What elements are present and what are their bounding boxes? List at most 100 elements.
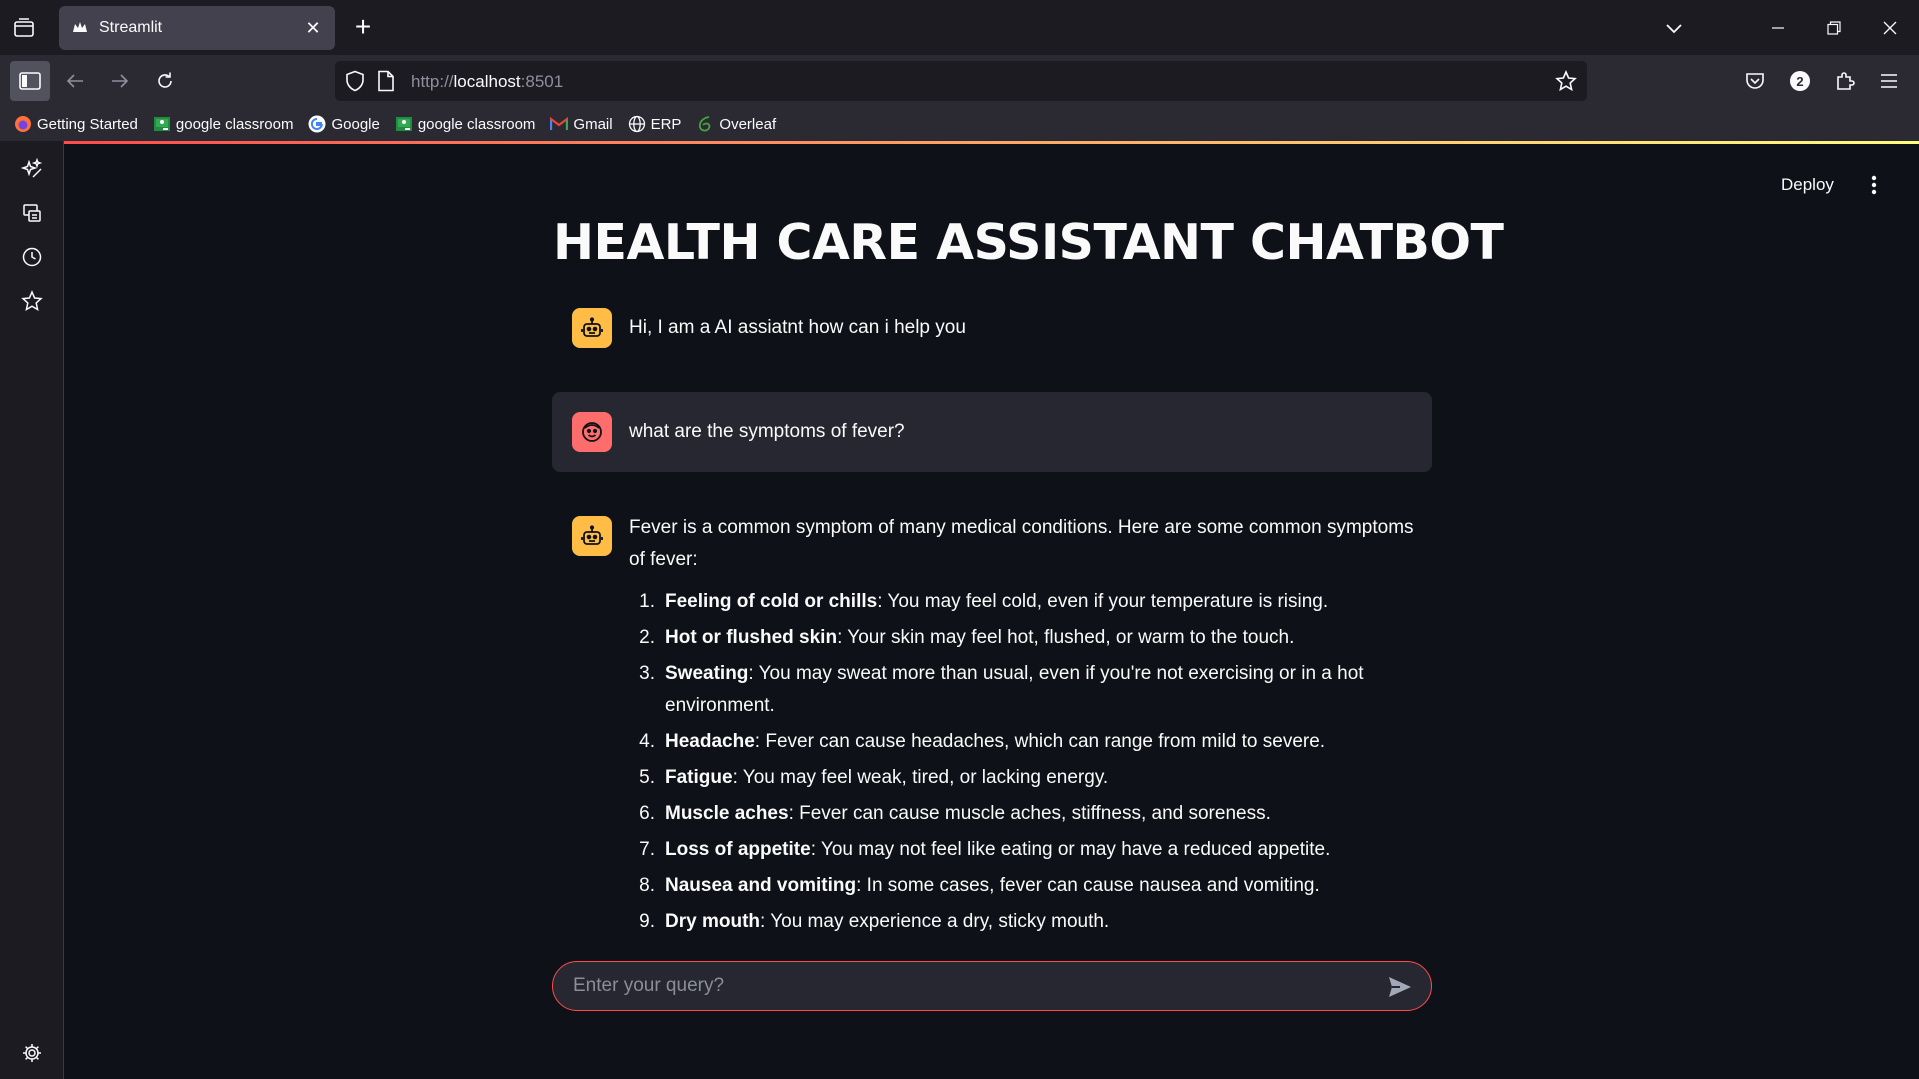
gmail-icon <box>550 115 569 133</box>
back-arrow-icon[interactable] <box>55 61 95 101</box>
google-icon <box>308 115 326 133</box>
reload-icon[interactable] <box>145 61 185 101</box>
chevron-down-icon[interactable] <box>1658 12 1690 44</box>
overleaf-icon <box>696 115 714 133</box>
bookmarks-star-icon[interactable] <box>20 289 44 313</box>
list-item: 3. Sweating: You may sweat more than usua… <box>629 658 1419 722</box>
list-number: 6. <box>639 803 655 824</box>
url-port: :8501 <box>520 72 564 91</box>
bookmark-gmail[interactable]: Gmail <box>550 115 613 133</box>
send-icon[interactable] <box>1387 974 1413 1000</box>
answer-intro: Fever is a common symptom of many medica… <box>629 517 1414 570</box>
bot-avatar-icon <box>572 516 612 556</box>
bookmark-erp[interactable]: ERP <box>628 115 682 133</box>
list-number: 9. <box>639 911 655 932</box>
symptom-desc: : Fever can cause headaches, which can r… <box>754 731 1326 752</box>
bookmark-label: Overleaf <box>719 115 777 133</box>
symptom-desc: : Fever can cause muscle aches, stiffnes… <box>788 803 1271 824</box>
close-window-button[interactable] <box>1874 12 1906 44</box>
settings-gear-icon[interactable] <box>20 1041 44 1065</box>
classroom-icon <box>395 115 413 133</box>
symptom-term: Feeling of cold or chills <box>665 591 878 612</box>
shield-icon[interactable] <box>345 70 365 97</box>
list-number: 7. <box>639 839 655 860</box>
list-item: 6. Muscle aches: Fever can cause muscle a… <box>629 798 1419 830</box>
new-tab-button[interactable]: + <box>349 13 377 42</box>
bookmark-google-classroom-1[interactable]: google classroom <box>153 115 294 133</box>
bookmark-google-classroom-2[interactable]: google classroom <box>395 115 536 133</box>
extension-badge-count: 2 <box>1790 71 1810 91</box>
symptom-term: Dry mouth <box>665 911 760 932</box>
main-menu-icon[interactable] <box>1864 173 1884 197</box>
list-item: 5. Fatigue: You may feel weak, tired, or … <box>629 762 1419 794</box>
list-item: 9. Dry mouth: You may experience a dry, s… <box>629 906 1419 938</box>
symptom-desc: : Your skin may feel hot, flushed, or wa… <box>837 627 1295 648</box>
bookmarks-toolbar: Getting Started google classroom Google … <box>0 107 1919 141</box>
minimize-button[interactable] <box>1762 12 1794 44</box>
symptom-term: Hot or flushed skin <box>665 627 838 648</box>
ai-sparkle-icon[interactable] <box>20 157 44 181</box>
tab-streamlit[interactable]: Streamlit ✕ <box>59 6 335 50</box>
symptom-list: 1. Feeling of cold or chills: You may fee… <box>629 586 1419 938</box>
chat-input[interactable] <box>573 970 1373 1002</box>
bookmark-getting-started[interactable]: Getting Started <box>14 115 138 133</box>
list-number: 3. <box>639 663 655 684</box>
url-prefix: http:// <box>411 72 454 91</box>
symptom-desc: : You may experience a dry, sticky mouth… <box>760 911 1110 932</box>
page-icon[interactable] <box>377 70 395 97</box>
tab-title: Streamlit <box>99 19 163 36</box>
pocket-icon[interactable] <box>1735 61 1775 101</box>
bookmark-label: ERP <box>650 115 682 133</box>
assistant-message: Hi, I am a AI assiatnt how can i help yo… <box>552 308 1432 368</box>
list-all-tabs-icon[interactable] <box>12 16 36 40</box>
bookmark-label: google classroom <box>417 115 536 133</box>
assistant-message: Fever is a common symptom of many medica… <box>552 512 1432 952</box>
bookmark-star-icon[interactable] <box>1555 69 1577 97</box>
symptom-term: Muscle aches <box>665 803 789 824</box>
answer-text: Fever is a common symptom of many medica… <box>629 512 1419 942</box>
symptom-desc: : You may feel cold, even if your temper… <box>877 591 1329 612</box>
restore-button[interactable] <box>1818 12 1850 44</box>
list-item: 8. Nausea and vomiting: In some cases, fe… <box>629 870 1419 902</box>
synced-tabs-icon[interactable] <box>20 201 44 225</box>
sidebar-toggle-icon[interactable] <box>10 61 50 101</box>
url-text[interactable]: http://localhost:8501 <box>411 72 563 92</box>
symptom-term: Fatigue <box>665 767 733 788</box>
list-item: 7. Loss of appetite: You may not feel lik… <box>629 834 1419 866</box>
bookmark-label: google classroom <box>175 115 294 133</box>
classroom-icon <box>153 115 171 133</box>
user-message: what are the symptoms of fever? <box>552 392 1432 472</box>
bookmark-label: Getting Started <box>37 115 138 133</box>
symptom-desc: : You may feel weak, tired, or lacking e… <box>732 767 1109 788</box>
symptom-desc: : You may sweat more than usual, even if… <box>665 663 1364 716</box>
streamlit-crown-icon <box>71 19 89 37</box>
deploy-button[interactable]: Deploy <box>1781 175 1834 195</box>
browser-sidebar <box>0 141 64 1079</box>
extensions-puzzle-icon[interactable] <box>1825 61 1865 101</box>
bot-avatar-icon <box>572 308 612 348</box>
bookmark-google[interactable]: Google <box>308 115 380 133</box>
url-bar[interactable]: http://localhost:8501 <box>335 61 1587 101</box>
message-text: what are the symptoms of fever? <box>629 421 905 442</box>
extension-badge-icon[interactable]: 2 <box>1780 61 1820 101</box>
symptom-term: Loss of appetite <box>665 839 811 860</box>
symptom-term: Sweating <box>665 663 749 684</box>
hamburger-menu-icon[interactable] <box>1869 61 1909 101</box>
firefox-icon <box>14 115 32 133</box>
tab-strip: Streamlit ✕ + <box>0 0 1919 55</box>
navigation-toolbar: http://localhost:8501 2 <box>0 55 1919 107</box>
list-number: 5. <box>639 767 655 788</box>
symptom-term: Nausea and vomiting <box>665 875 857 896</box>
history-clock-icon[interactable] <box>20 245 44 269</box>
page-title: HEALTH CARE ASSISTANT CHATBOT <box>553 214 1504 271</box>
forward-arrow-icon[interactable] <box>100 61 140 101</box>
globe-icon <box>628 115 646 133</box>
list-number: 1. <box>639 591 655 612</box>
bookmark-label: Gmail <box>573 115 613 133</box>
close-tab-icon[interactable]: ✕ <box>303 18 323 38</box>
bookmark-overleaf[interactable]: Overleaf <box>696 115 776 133</box>
chat-input-container <box>552 961 1432 1011</box>
message-text: Hi, I am a AI assiatnt how can i help yo… <box>629 317 966 338</box>
list-number: 2. <box>639 627 655 648</box>
streamlit-app: Deploy HEALTH CARE ASSISTANT CHATBOT Hi,… <box>65 144 1919 1079</box>
